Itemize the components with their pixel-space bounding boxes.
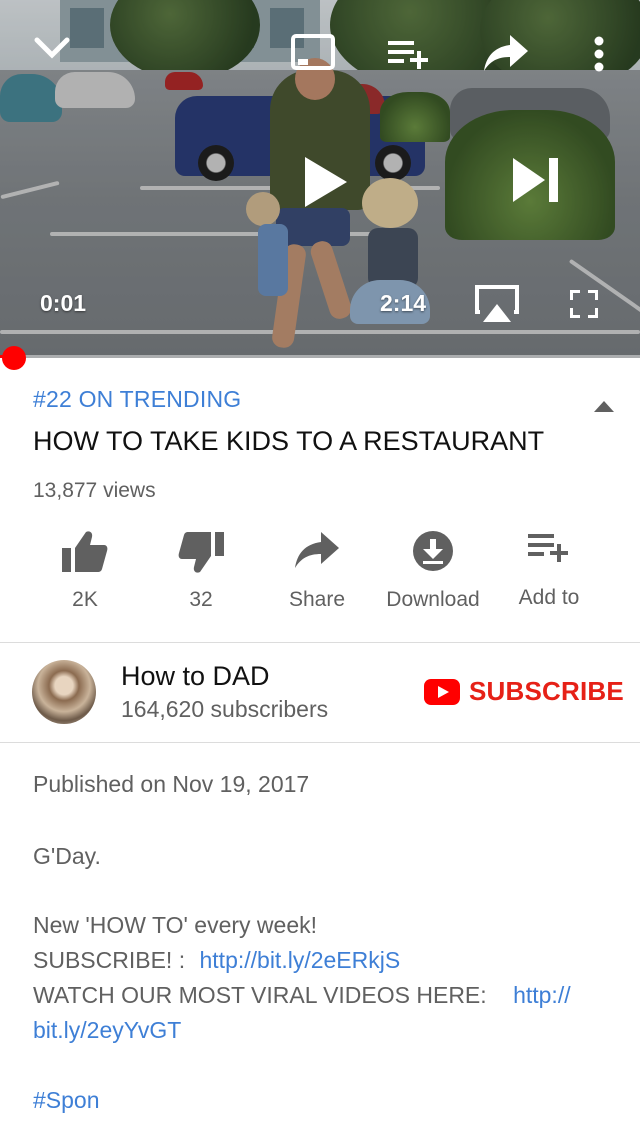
collapse-description-icon[interactable] <box>594 401 614 412</box>
watch-prefix: WATCH OUR MOST VIRAL VIDEOS HERE: <box>33 982 487 1008</box>
like-button[interactable]: 2K <box>27 530 143 630</box>
video-player[interactable]: 0:01 2:14 <box>0 0 640 358</box>
trending-badge[interactable]: #22 ON TRENDING <box>33 386 241 413</box>
progress-thumb[interactable] <box>2 346 26 370</box>
download-icon <box>413 531 453 571</box>
thumbs-down-icon <box>178 532 224 573</box>
download-button[interactable]: Download <box>375 530 491 630</box>
description-subscribe-line: SUBSCRIBE! : http://bit.ly/2eERkjS <box>33 947 400 974</box>
subscribe-button[interactable]: SUBSCRIBE <box>424 676 624 707</box>
description-greeting: G'Day. <box>33 843 101 869</box>
hashtag-link[interactable]: #Spon <box>33 1087 100 1114</box>
duration: 2:14 <box>380 290 427 316</box>
channel-avatar[interactable] <box>32 660 96 724</box>
add-to-button[interactable]: Add to <box>491 530 607 630</box>
progress-bar[interactable] <box>0 355 640 358</box>
cast-icon[interactable] <box>290 33 336 71</box>
youtube-logo-icon <box>424 678 460 705</box>
description-line: New 'HOW TO' every week! <box>33 912 317 938</box>
share-label: Share <box>288 588 346 611</box>
watch-link[interactable]: http:// <box>513 982 571 1008</box>
playlist-add-icon <box>528 534 568 562</box>
thumbs-up-icon <box>62 531 108 572</box>
add-to-label: Add to <box>518 586 580 609</box>
channel-name[interactable]: How to DAD <box>121 661 270 692</box>
more-vertical-icon[interactable] <box>592 36 606 72</box>
description-watch-line: WATCH OUR MOST VIRAL VIDEOS HERE: http:/… <box>33 982 571 1009</box>
dislike-count: 32 <box>189 588 213 611</box>
current-time: 0:01 <box>40 290 87 316</box>
download-label: Download <box>386 588 480 611</box>
airplay-icon[interactable] <box>474 284 520 324</box>
subscribe-prefix: SUBSCRIBE! : <box>33 947 186 973</box>
chevron-down-icon[interactable] <box>34 36 70 62</box>
divider <box>0 642 640 643</box>
share-icon[interactable] <box>483 33 529 73</box>
divider <box>0 742 640 743</box>
dislike-button[interactable]: 32 <box>143 530 259 630</box>
play-icon[interactable] <box>303 155 349 209</box>
video-title: HOW TO TAKE KIDS TO A RESTAURANT <box>33 426 545 456</box>
view-count: 13,877 views <box>33 479 156 502</box>
watch-link-continued[interactable]: bit.ly/2eyYvGT <box>33 1017 181 1044</box>
subscribe-link[interactable]: http://bit.ly/2eERkjS <box>200 947 401 973</box>
like-count: 2K <box>72 588 98 611</box>
subscribe-label: SUBSCRIBE <box>469 676 624 706</box>
action-bar: 2K 32 Share Download Add to <box>0 530 640 630</box>
skip-next-icon[interactable] <box>511 156 561 204</box>
published-date: Published on Nov 19, 2017 <box>33 771 310 797</box>
share-icon <box>295 532 339 568</box>
share-button[interactable]: Share <box>259 530 375 630</box>
fullscreen-icon[interactable] <box>570 290 598 318</box>
subscriber-count: 164,620 subscribers <box>121 696 329 722</box>
playlist-add-icon[interactable] <box>388 39 430 69</box>
